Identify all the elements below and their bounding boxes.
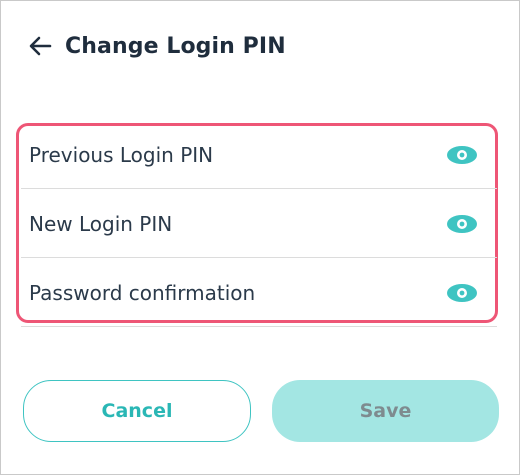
password-confirmation-label: Password confirmation xyxy=(29,280,256,305)
cancel-button[interactable]: Cancel xyxy=(23,380,251,442)
change-pin-screen: Change Login PIN Previous Login PIN New … xyxy=(0,0,520,475)
save-button[interactable]: Save xyxy=(272,380,499,442)
eye-icon xyxy=(447,145,477,164)
new-pin-field[interactable]: New Login PIN xyxy=(21,190,497,258)
toggle-visibility-new-pin[interactable] xyxy=(445,211,479,237)
previous-pin-field[interactable]: Previous Login PIN xyxy=(21,121,497,189)
previous-pin-label: Previous Login PIN xyxy=(29,142,214,167)
toggle-visibility-previous-pin[interactable] xyxy=(445,142,479,168)
new-pin-label: New Login PIN xyxy=(29,211,173,236)
header: Change Login PIN xyxy=(27,28,286,64)
password-confirmation-field[interactable]: Password confirmation xyxy=(21,259,497,327)
back-button[interactable] xyxy=(27,33,53,59)
eye-icon xyxy=(447,214,477,233)
toggle-visibility-password-confirmation[interactable] xyxy=(445,280,479,306)
eye-icon xyxy=(447,283,477,302)
arrow-left-icon xyxy=(29,36,52,56)
page-title: Change Login PIN xyxy=(65,33,286,59)
